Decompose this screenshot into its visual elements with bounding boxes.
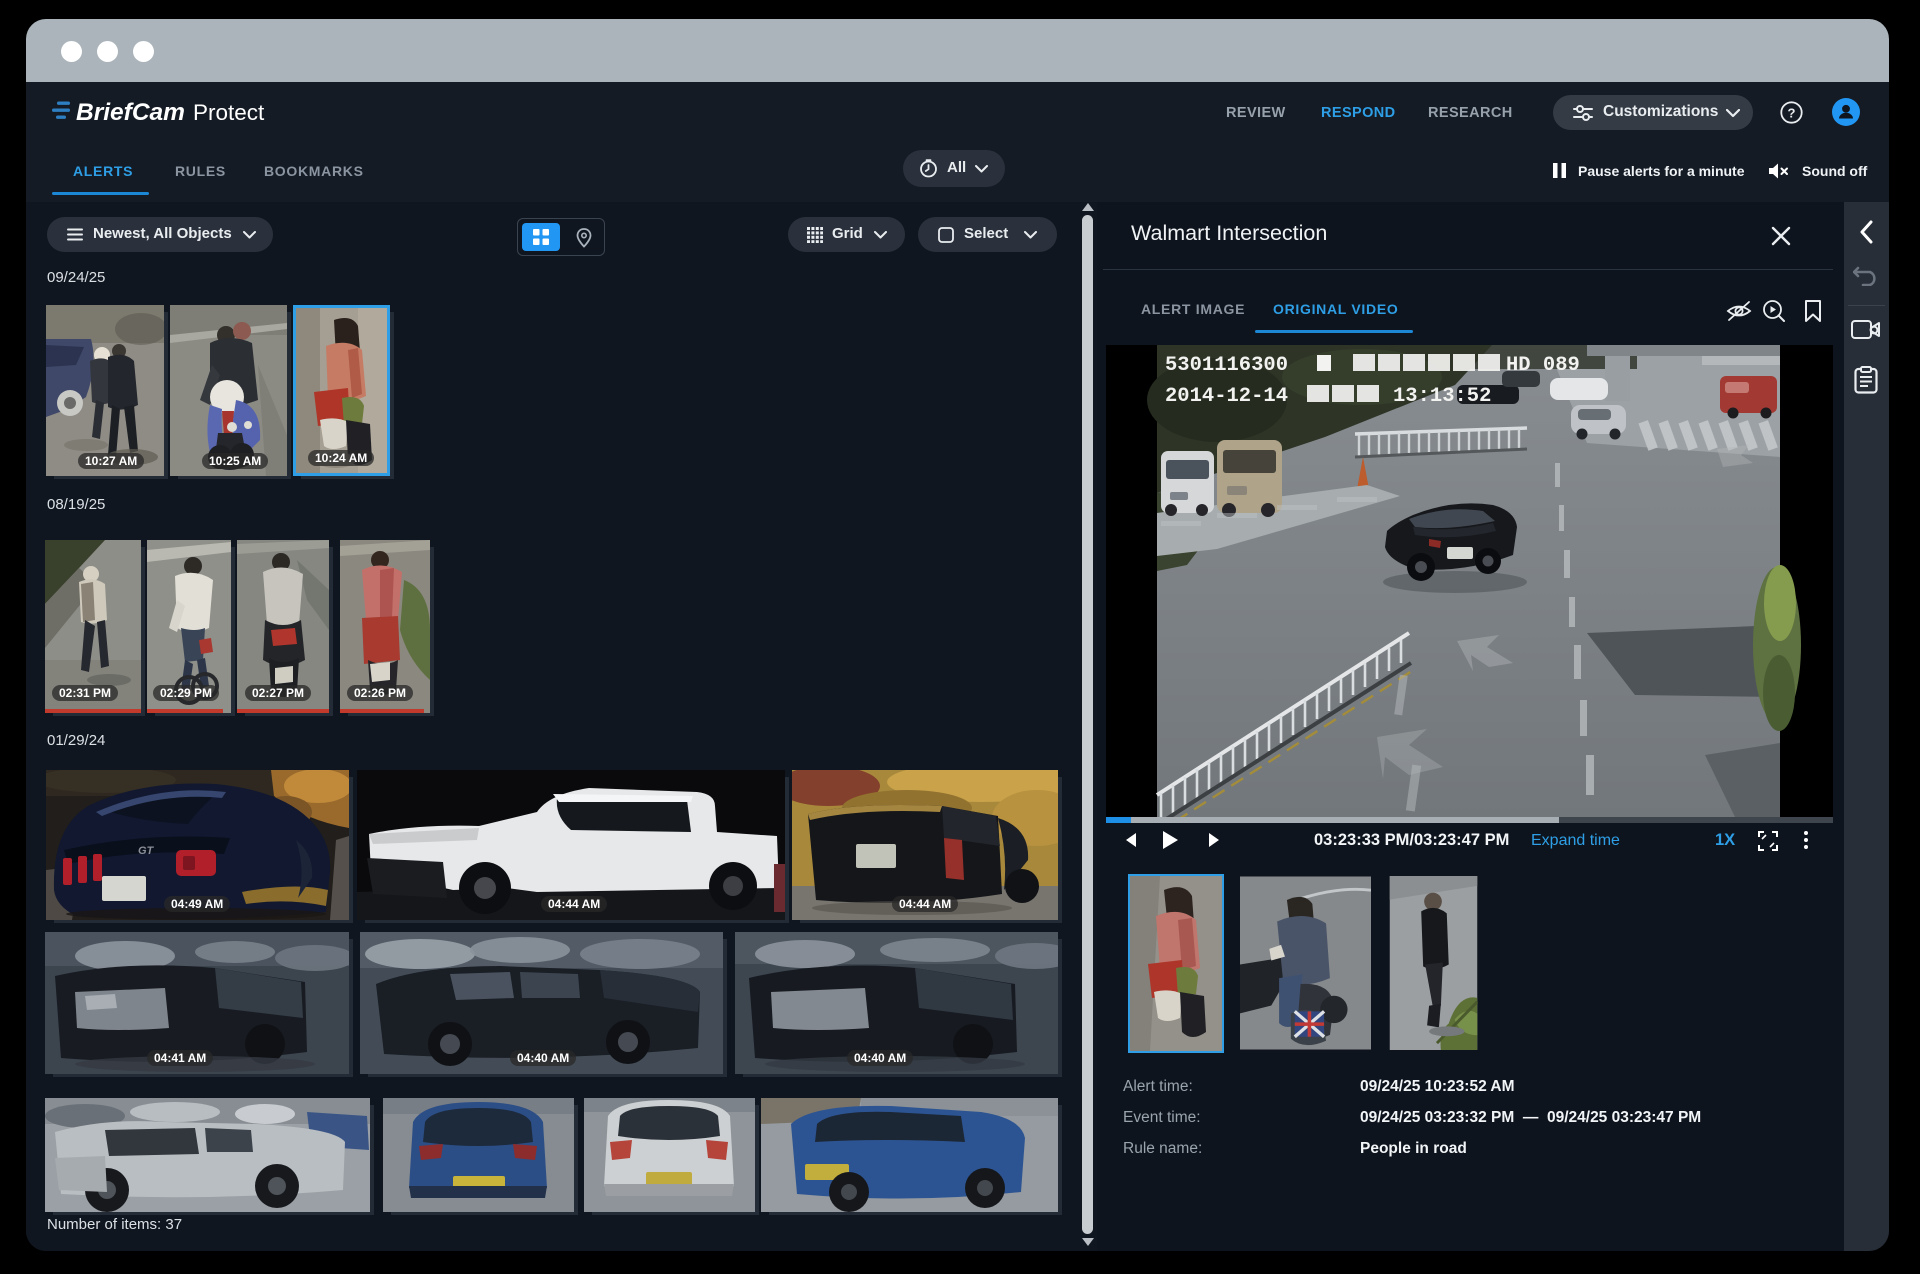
svg-text:Protect: Protect: [193, 100, 265, 125]
svg-text:5301116300: 5301116300: [1165, 354, 1288, 377]
svg-text:HD 089: HD 089: [1506, 354, 1580, 377]
svg-text:GT: GT: [138, 845, 155, 857]
svg-text:2014-12-14: 2014-12-14: [1165, 385, 1288, 408]
svg-text:BriefCam: BriefCam: [76, 99, 185, 126]
svg-text:?: ?: [1788, 106, 1796, 121]
svg-text:13:13:52: 13:13:52: [1393, 385, 1491, 408]
